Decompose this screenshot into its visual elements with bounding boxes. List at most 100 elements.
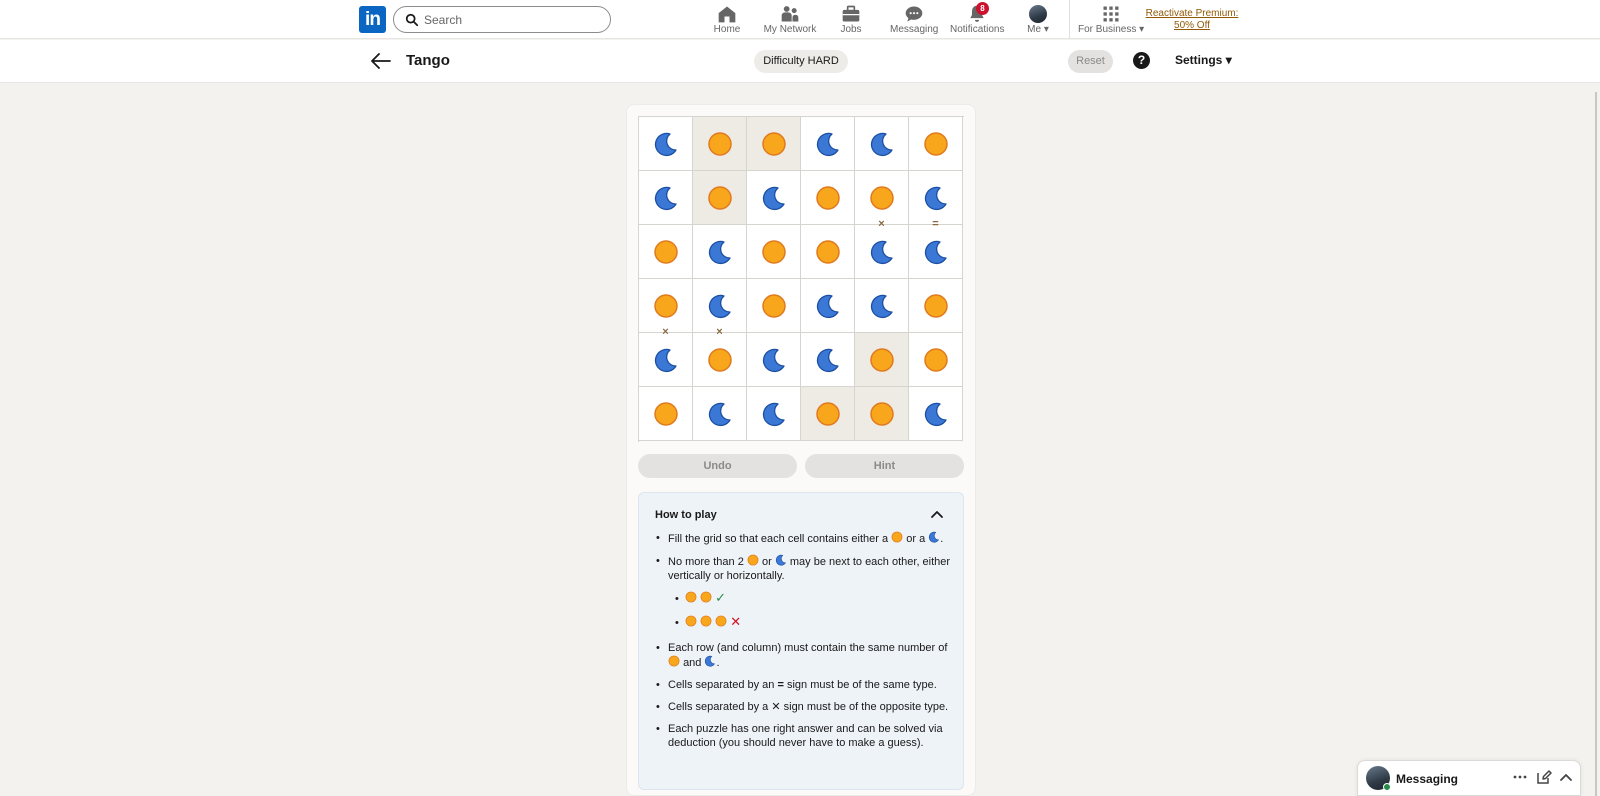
rule-text: Fill the grid so that each cell contains… [668,533,889,545]
chevron-up-icon[interactable] [931,509,943,519]
nav-home-label: Home [713,24,741,35]
rule-text: or [761,556,772,568]
hint-button[interactable]: Hint [805,454,964,478]
settings-label: Settings [1175,53,1223,67]
network-icon [781,6,799,22]
sun-icon [747,554,759,566]
compose-icon[interactable] [1536,769,1552,785]
sun-icon [869,401,895,427]
checkmark-icon: ✓ [715,590,727,605]
nav-for-business-label: For Business ▾ [1078,24,1145,35]
nav-me[interactable]: Me ▾ [1024,4,1052,36]
grid-cell[interactable] [747,333,801,387]
moon-icon [775,554,787,566]
rule-text: and [683,657,702,669]
grid-cell[interactable] [855,387,909,441]
sun-icon [869,347,895,373]
nav-jobs-label: Jobs [840,24,862,35]
nav-home[interactable]: Home [711,4,743,36]
notification-badge: 8 [976,2,989,15]
bell-icon-wrap: 8 [967,2,989,24]
rule-item: Each puzzle has one right answer and can… [655,722,951,750]
rule-text: No more than 2 [668,556,744,568]
more-options-icon[interactable] [1512,769,1528,785]
nav-notifications[interactable]: 8 Notifications [950,2,1004,36]
tango-grid [638,116,964,442]
grid-cell[interactable] [639,225,693,279]
settings-menu[interactable]: Settings ▾ [1175,53,1232,67]
back-arrow-icon[interactable] [370,51,392,71]
search-input[interactable] [424,11,604,29]
messaging-dock[interactable]: Messaging [1357,760,1581,796]
grid-cell[interactable] [747,225,801,279]
grid-cell[interactable] [855,333,909,387]
moon-icon [815,347,841,373]
moon-icon [653,185,679,211]
avatar [1029,5,1047,23]
nav-divider [1069,0,1070,39]
grid-cell[interactable] [909,117,963,171]
grid-cell[interactable] [747,171,801,225]
nav-for-business[interactable]: For Business ▾ [1078,4,1144,36]
grid-cell[interactable] [801,333,855,387]
moon-icon [707,239,733,265]
sun-icon [869,185,895,211]
grid-cell[interactable] [747,279,801,333]
nav-jobs[interactable]: Jobs [836,4,866,36]
grid-cell[interactable] [801,387,855,441]
moon-icon [653,131,679,157]
grid-cell[interactable] [801,225,855,279]
reset-button[interactable]: Reset [1068,50,1113,73]
grid-cell[interactable] [909,171,963,225]
grid-cell[interactable] [693,117,747,171]
help-icon[interactable]: ? [1133,52,1150,69]
equals-sign-icon: = [777,679,784,691]
grid-cell[interactable] [747,387,801,441]
moon-icon [869,131,895,157]
grid-cell[interactable] [693,387,747,441]
online-status-icon [1383,783,1391,791]
nav-messaging[interactable]: Messaging [890,4,938,36]
grid-cell[interactable] [693,171,747,225]
grid-cell[interactable] [909,225,963,279]
grid-cell[interactable] [693,279,747,333]
search-box[interactable] [393,6,611,33]
linkedin-logo-icon[interactable]: in [359,6,386,33]
grid-cell[interactable] [747,117,801,171]
nav-my-network[interactable]: My Network [763,4,817,36]
me-avatar-wrap [1028,4,1048,24]
grid-cell[interactable] [909,387,963,441]
chevron-up-icon[interactable] [1558,769,1574,785]
sun-icon [923,293,949,319]
rule-text: sign must be of the same type. [786,679,937,691]
undo-button[interactable]: Undo [638,454,797,478]
caret-down-icon: ▾ [1043,24,1049,35]
moon-icon [704,655,716,667]
difficulty-badge: Difficulty HARD [754,50,848,73]
grid-cell[interactable] [639,387,693,441]
grid-cell[interactable] [909,279,963,333]
grid-cell[interactable] [801,171,855,225]
page-scrollbar[interactable] [1595,92,1597,796]
grid-cell[interactable] [855,279,909,333]
grid-cell[interactable] [855,225,909,279]
reactivate-premium-link[interactable]: Reactivate Premium: 50% Off [1144,8,1240,32]
grid-cell[interactable] [855,117,909,171]
grid-cell[interactable] [639,171,693,225]
moon-icon [923,185,949,211]
grid-cell[interactable] [693,333,747,387]
grid-cell[interactable] [855,171,909,225]
grid-cell[interactable] [639,333,693,387]
grid-cell[interactable] [801,117,855,171]
grid-cell[interactable] [639,279,693,333]
top-nav: in Home My Network Jobs Messaging 8 Noti… [0,0,1600,39]
cross-sign-icon: ✕ [771,701,781,713]
grid-cell[interactable] [801,279,855,333]
cross-sign-icon: × [878,217,885,230]
how-to-play-panel: How to play Fill the grid so that each c… [638,492,964,790]
grid-cell[interactable] [639,117,693,171]
moon-icon [761,401,787,427]
rule-item: Cells separated by a ✕ sign must be of t… [655,700,951,714]
grid-cell[interactable] [909,333,963,387]
grid-cell[interactable] [693,225,747,279]
